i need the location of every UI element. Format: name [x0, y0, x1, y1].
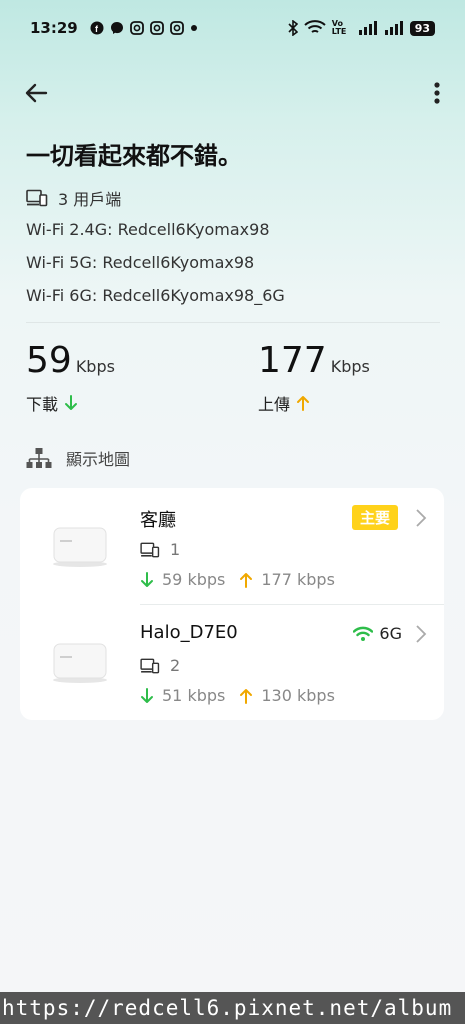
chevron-right-icon	[416, 625, 427, 643]
upload-speed: 177 Kbps 上傳	[258, 340, 370, 415]
back-arrow-icon[interactable]	[22, 78, 52, 108]
router-image	[53, 643, 107, 683]
upload-unit: Kbps	[330, 357, 370, 376]
router-image	[53, 527, 107, 567]
node-speeds: 59 kbps 177 kbps	[140, 570, 335, 589]
messenger-icon	[110, 22, 123, 34]
wifi-6g-ssid: Wi-Fi 6G: Redcell6Kyomax98_6G	[26, 286, 285, 305]
notification-icons: f	[90, 21, 198, 35]
node-upload: 130 kbps	[261, 686, 335, 705]
node-speeds: 51 kbps 130 kbps	[140, 686, 335, 705]
bluetooth-icon	[288, 20, 298, 36]
node-item[interactable]: 客廳 主要 1 59 kbps 177 kbps	[20, 488, 444, 604]
devices-icon	[140, 542, 160, 557]
top-bar	[22, 74, 447, 114]
lte-indicator: Vo LTE	[331, 19, 347, 36]
wifi-status-icon	[304, 20, 326, 33]
down-arrow-icon	[65, 395, 78, 410]
status-time: 13:29	[30, 19, 78, 37]
more-options-icon[interactable]	[427, 78, 447, 108]
node-name: Halo_D7E0	[140, 622, 238, 643]
down-arrow-icon	[141, 571, 153, 587]
network-topology-icon	[26, 448, 52, 468]
devices-icon	[140, 658, 160, 673]
download-unit: Kbps	[75, 357, 115, 376]
devices-icon	[26, 189, 48, 207]
status-right: Vo LTE 93	[288, 20, 435, 36]
show-map-label: 顯示地圖	[66, 450, 131, 469]
up-arrow-icon	[240, 688, 253, 704]
node-clients: 2	[140, 656, 180, 675]
status-bar: 13:29 f Vo LTE 93	[0, 0, 465, 56]
wifi-5g-ssid: Wi-Fi 5G: Redcell6Kyomax98	[26, 253, 255, 272]
node-download: 59 kbps	[162, 570, 226, 589]
up-arrow-icon	[297, 396, 310, 411]
divider	[26, 322, 440, 323]
node-band: 6G	[353, 624, 402, 643]
chevron-right-icon	[416, 509, 427, 527]
dot-icon	[190, 25, 197, 31]
instagram-icon	[169, 21, 184, 35]
node-clients: 1	[140, 540, 180, 559]
show-map-button[interactable]: 顯示地圖	[26, 446, 130, 470]
download-speed: 59 Kbps 下載	[26, 340, 115, 415]
node-clients-count: 1	[170, 540, 181, 559]
status-headline: 一切看起來都不錯。	[26, 142, 242, 170]
upload-value: 177	[258, 340, 327, 381]
down-arrow-icon	[141, 687, 153, 703]
node-upload: 177 kbps	[261, 570, 335, 589]
nodes-card: 客廳 主要 1 59 kbps 177 kbps Halo_D7E0 6G 2 …	[20, 488, 444, 720]
download-label: 下載	[26, 395, 59, 414]
node-download: 51 kbps	[162, 686, 226, 705]
upload-label: 上傳	[258, 395, 291, 414]
wifi-icon	[353, 626, 374, 641]
instagram-icon	[149, 21, 164, 35]
node-item[interactable]: Halo_D7E0 6G 2 51 kbps 130 kbps	[20, 604, 444, 720]
up-arrow-icon	[240, 572, 253, 588]
clients-count: 3 用戶端	[58, 190, 122, 209]
signal-icon	[384, 21, 403, 35]
node-name: 客廳	[140, 510, 176, 531]
clients-row[interactable]: 3 用戶端	[26, 186, 121, 210]
download-value: 59	[26, 340, 72, 381]
node-band-label: 6G	[379, 624, 402, 643]
watermark: https://redcell6.pixnet.net/album	[0, 992, 465, 1024]
node-clients-count: 2	[170, 656, 181, 675]
wifi-24g-ssid: Wi-Fi 2.4G: Redcell6Kyomax98	[26, 220, 270, 239]
main-node-badge: 主要	[351, 505, 398, 530]
signal-icon	[358, 21, 377, 35]
facebook-icon: f	[90, 21, 104, 35]
battery-indicator: 93	[409, 20, 435, 36]
instagram-icon	[129, 21, 144, 35]
